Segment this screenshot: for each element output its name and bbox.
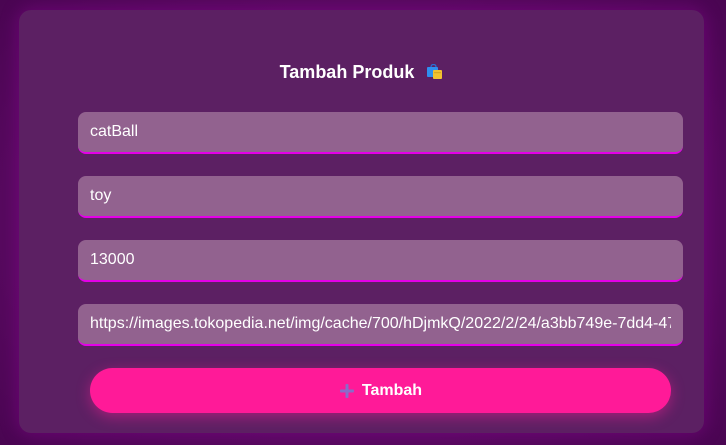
product-price-input[interactable] <box>78 240 683 282</box>
form-title: Tambah Produk <box>19 62 704 82</box>
form-title-text: Tambah Produk <box>279 62 415 82</box>
add-product-card: Tambah Produk Tambah <box>19 10 704 433</box>
add-product-button[interactable]: Tambah <box>90 368 671 413</box>
shopping-bags-icon <box>425 63 443 80</box>
plus-icon <box>339 383 355 399</box>
add-product-button-label: Tambah <box>361 381 423 399</box>
product-category-input[interactable] <box>78 176 683 218</box>
product-name-input[interactable] <box>78 112 683 154</box>
product-image-url-input[interactable] <box>78 304 683 346</box>
